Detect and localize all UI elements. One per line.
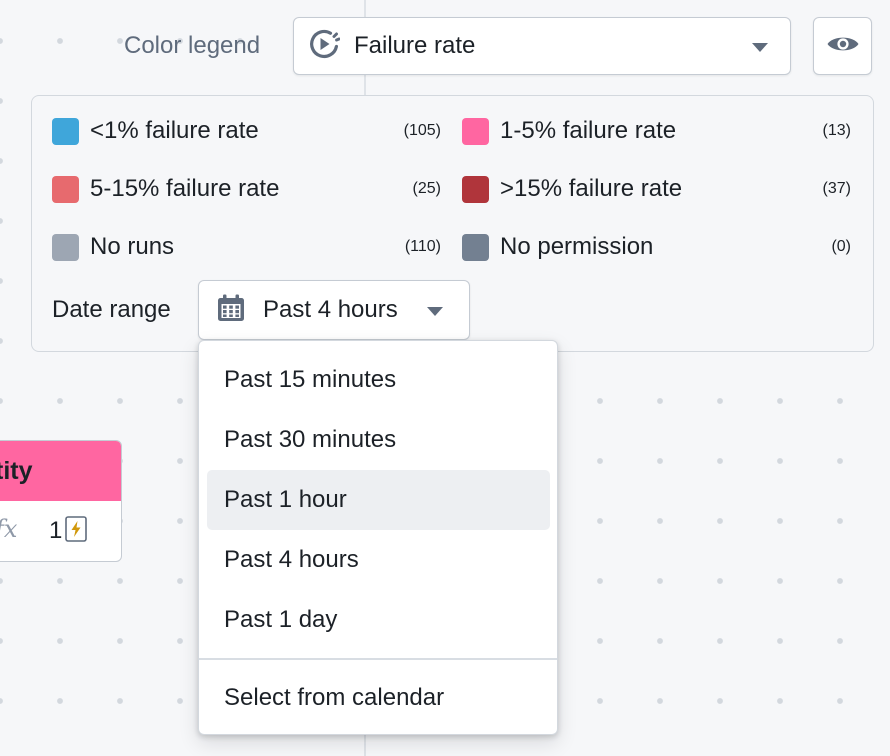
menu-item-past-4-hours[interactable]: Past 4 hours — [207, 530, 550, 590]
legend-item-count: (37) — [822, 180, 851, 197]
node-header: tity — [0, 441, 121, 501]
legend-item-count: (105) — [403, 122, 441, 139]
legend-item-no-runs: No runs — [52, 227, 174, 267]
menu-item-past-15-minutes[interactable]: Past 15 minutes — [207, 350, 550, 410]
legend-item-1-5pct: 1-5% failure rate — [462, 111, 676, 151]
legend-item-count: (110) — [404, 238, 441, 255]
legend-item-over-15pct: >15% failure rate — [462, 169, 682, 209]
legend-item-under-1pct: <1% failure rate — [52, 111, 259, 151]
date-range-menu: Past 15 minutes Past 30 minutes Past 1 h… — [198, 340, 558, 735]
node-body: fx 1 — [0, 501, 121, 561]
menu-item-label: Past 4 hours — [224, 546, 359, 573]
legend-item-label: 5-15% failure rate — [90, 175, 280, 202]
legend-item-label: >15% failure rate — [500, 175, 683, 202]
color-legend-label: Color legend — [124, 32, 261, 59]
legend-item-label: 1-5% failure rate — [500, 117, 677, 144]
legend-item-label: <1% failure rate — [90, 117, 259, 144]
legend-item-no-permission: No permission — [462, 227, 653, 267]
legend-item-count: (0) — [831, 238, 851, 255]
date-range-value: Past 4 hours — [263, 296, 398, 323]
legend-swatch — [52, 117, 79, 145]
legend-swatch — [462, 117, 489, 145]
legend-item-label: No permission — [500, 233, 654, 260]
eye-icon — [826, 33, 860, 60]
date-range-label: Date range — [52, 296, 171, 323]
chevron-down-icon — [427, 307, 443, 316]
menu-item-label: Past 1 day — [224, 606, 338, 633]
play-history-icon — [308, 28, 341, 65]
toggle-visibility-button[interactable] — [813, 17, 872, 75]
menu-item-label: Select from calendar — [224, 684, 445, 711]
legend-item-count: (25) — [412, 180, 441, 197]
legend-swatch — [52, 233, 79, 261]
function-icon: fx — [0, 515, 18, 543]
node-title: tity — [0, 456, 33, 485]
menu-divider — [199, 658, 557, 660]
legend-swatch — [52, 175, 79, 203]
legend-swatch — [462, 233, 489, 261]
legend-item-label: No runs — [90, 233, 175, 260]
calendar-icon — [216, 293, 246, 328]
menu-item-label: Past 30 minutes — [224, 426, 397, 453]
menu-item-past-1-hour[interactable]: Past 1 hour — [207, 470, 550, 530]
legend-swatch — [462, 175, 489, 203]
node-count: 1 — [49, 517, 63, 544]
menu-item-past-30-minutes[interactable]: Past 30 minutes — [207, 410, 550, 470]
color-legend-value: Failure rate — [354, 32, 476, 59]
date-range-select[interactable]: Past 4 hours — [198, 280, 470, 340]
menu-item-label: Past 1 hour — [224, 486, 347, 513]
legend-item-5-15pct: 5-15% failure rate — [52, 169, 279, 209]
chevron-down-icon — [752, 43, 768, 52]
legend-item-count: (13) — [822, 122, 851, 139]
lightning-icon — [65, 516, 87, 547]
menu-item-past-1-day[interactable]: Past 1 day — [207, 590, 550, 650]
menu-item-label: Past 15 minutes — [224, 366, 397, 393]
color-legend-select[interactable]: Failure rate — [293, 17, 791, 75]
menu-item-select-from-calendar[interactable]: Select from calendar — [207, 668, 550, 728]
graph-node-card[interactable]: tity fx 1 — [0, 440, 122, 562]
